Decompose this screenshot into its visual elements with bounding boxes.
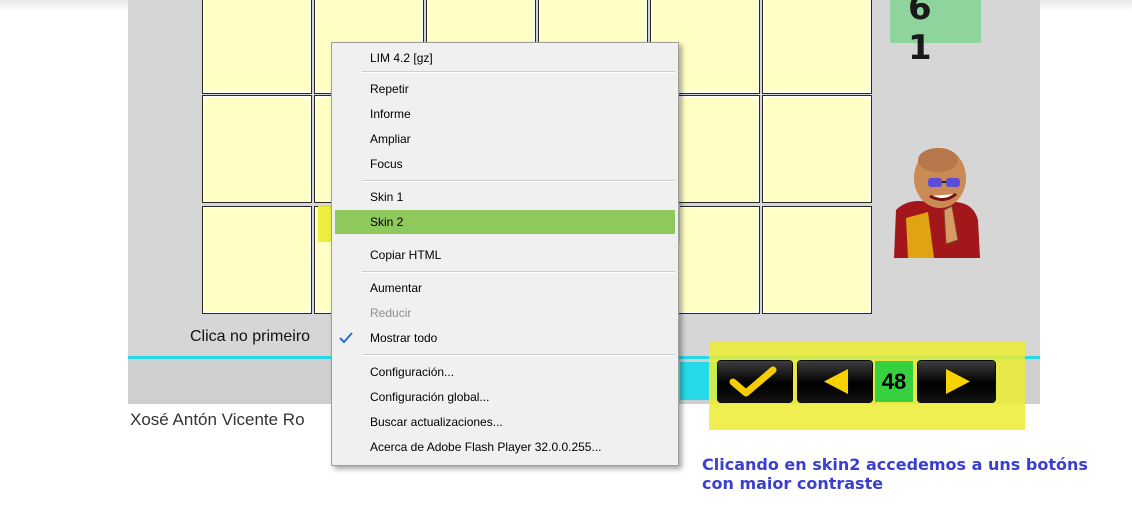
board-cell[interactable] bbox=[202, 0, 312, 94]
menu-item-skin-1[interactable]: Skin 1 bbox=[370, 187, 403, 207]
menu-item-copiar-html[interactable]: Copiar HTML bbox=[370, 245, 441, 265]
menu-item-repetir[interactable]: Repetir bbox=[370, 79, 409, 99]
menu-item-informe[interactable]: Informe bbox=[370, 104, 411, 124]
menu-item-buscar-actualizaciones[interactable]: Buscar actualizaciones... bbox=[370, 412, 503, 432]
check-button[interactable] bbox=[718, 361, 792, 402]
board-cell[interactable] bbox=[762, 95, 872, 203]
item-counter: 48 bbox=[875, 361, 913, 402]
board-cell[interactable] bbox=[202, 95, 312, 203]
score-text: 6 1 bbox=[908, 0, 942, 68]
menu-item-lim-version[interactable]: LIM 4.2 [gz] bbox=[370, 48, 433, 68]
menu-item-reducir: Reducir bbox=[370, 306, 412, 320]
menu-item-configuracion-global[interactable]: Configuración global... bbox=[370, 387, 489, 407]
menu-separator bbox=[362, 180, 675, 182]
monk-character-image bbox=[894, 148, 980, 258]
menu-item-skin-2[interactable]: Skin 2 bbox=[335, 210, 675, 234]
menu-item-aumentar[interactable]: Aumentar bbox=[370, 278, 422, 298]
next-arrow-icon bbox=[946, 369, 970, 394]
author-credit: Xosé Antón Vicente Ro bbox=[130, 410, 305, 429]
annotation-note: Clicando en skin2 accedemos a uns botóns… bbox=[702, 455, 1088, 493]
menu-item-ampliar[interactable]: Ampliar bbox=[370, 129, 411, 149]
menu-item-acerca-de-flash[interactable]: Acerca de Adobe Flash Player 32.0.0.255.… bbox=[370, 437, 601, 457]
previous-arrow-icon bbox=[824, 369, 848, 394]
board-cell[interactable] bbox=[762, 0, 872, 94]
instruction-text: Clica no primeiro bbox=[190, 328, 311, 345]
menu-checkmark-icon bbox=[339, 332, 353, 344]
check-button-icon bbox=[729, 366, 777, 397]
next-button[interactable] bbox=[918, 361, 995, 402]
board-cell[interactable] bbox=[762, 206, 872, 314]
menu-item-skin-2-label: Skin 2 bbox=[370, 215, 404, 229]
menu-separator bbox=[362, 71, 675, 73]
menu-separator bbox=[362, 271, 675, 273]
menu-item-mostrar-todo[interactable]: Mostrar todo bbox=[370, 328, 437, 348]
board-cell[interactable] bbox=[202, 206, 312, 314]
menu-item-focus[interactable]: Focus bbox=[370, 154, 403, 174]
menu-separator bbox=[362, 354, 675, 356]
flash-context-menu: LIM 4.2 [gz] Repetir Informe Ampliar Foc… bbox=[331, 42, 679, 466]
menu-item-configuracion[interactable]: Configuración... bbox=[370, 362, 454, 382]
previous-button[interactable] bbox=[798, 361, 872, 402]
score-display: 6 1 bbox=[890, 0, 981, 68]
